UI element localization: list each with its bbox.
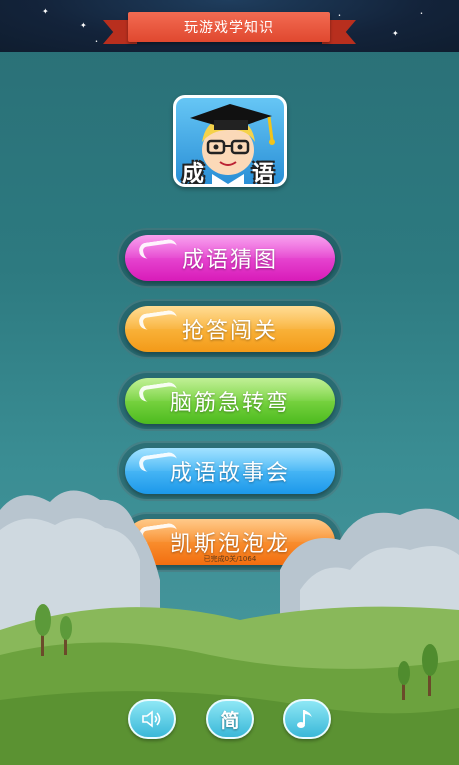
- app-logo: 成 语: [173, 95, 287, 187]
- quiz-challenge-button[interactable]: 抢答闯关: [125, 306, 335, 352]
- app-screen: ✦ ✦ • • ✦ • 玩游戏学知识 成 语 成语猜图 抢答闯关 脑筋急转弯 成…: [0, 0, 459, 765]
- menu-item-brain-teaser: 脑筋急转弯: [117, 371, 343, 431]
- music-toggle-button[interactable]: [283, 699, 331, 739]
- logo-char-1: 成: [182, 162, 205, 187]
- brain-teaser-button[interactable]: 脑筋急转弯: [125, 378, 335, 424]
- header-bar: ✦ ✦ • • ✦ • 玩游戏学知识: [0, 0, 459, 52]
- button-label: 抢答闯关: [181, 319, 278, 344]
- picture-guess-button[interactable]: 成语猜图: [125, 235, 335, 281]
- star-icon: •: [338, 13, 341, 19]
- star-icon: ✦: [80, 21, 87, 30]
- language-toggle-button[interactable]: 简: [206, 699, 254, 739]
- button-label: 成语猜图: [181, 248, 278, 273]
- button-label: 脑筋急转弯: [169, 391, 290, 416]
- star-icon: •: [95, 39, 98, 45]
- speaker-icon: [142, 710, 161, 728]
- menu-item-picture-guess: 成语猜图: [117, 228, 343, 288]
- sound-toggle-button[interactable]: [128, 699, 176, 739]
- menu-item-quiz-challenge: 抢答闯关: [117, 299, 343, 359]
- star-icon: •: [420, 11, 423, 17]
- music-note-icon: [297, 710, 312, 728]
- page-title: 玩游戏学知识: [128, 12, 330, 42]
- logo-char-2: 语: [252, 162, 275, 187]
- star-icon: ✦: [392, 29, 399, 38]
- star-icon: ✦: [42, 7, 49, 16]
